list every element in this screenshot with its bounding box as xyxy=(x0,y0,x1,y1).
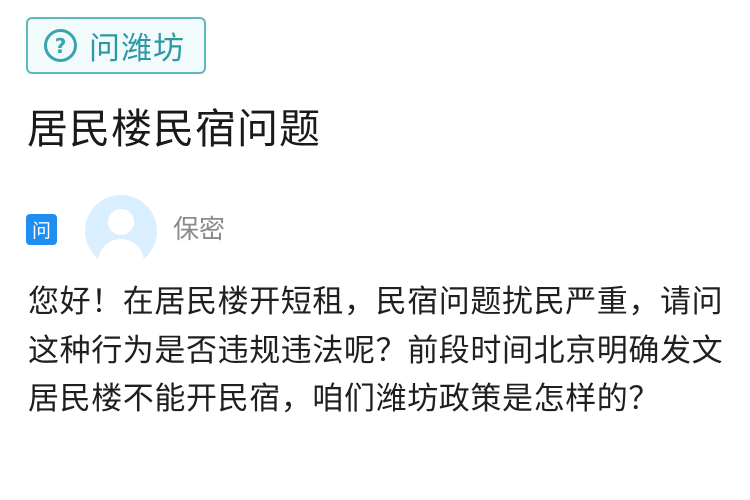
author-row: 问 保密 xyxy=(26,195,225,267)
avatar-head-shape xyxy=(108,209,134,235)
question-body: 您好！在居民楼开短租，民宿问题扰民严重，请问这种行为是否违规违法呢？前段时间北京… xyxy=(28,284,724,417)
avatar[interactable] xyxy=(85,195,157,267)
question-title: 居民楼民宿问题 xyxy=(27,105,321,153)
ask-badge: 问 xyxy=(26,213,57,245)
category-tag-label: 问潍坊 xyxy=(89,31,185,67)
avatar-body-shape xyxy=(98,239,144,267)
question-page: ? 问潍坊 居民楼民宿问题 问 保密 您好！在居民楼开短租，民宿问题扰民严重，请… xyxy=(0,0,750,500)
question-circle-icon: ? xyxy=(44,29,77,62)
author-name[interactable]: 保密 xyxy=(173,209,225,246)
category-tag[interactable]: ? 问潍坊 xyxy=(26,17,206,74)
